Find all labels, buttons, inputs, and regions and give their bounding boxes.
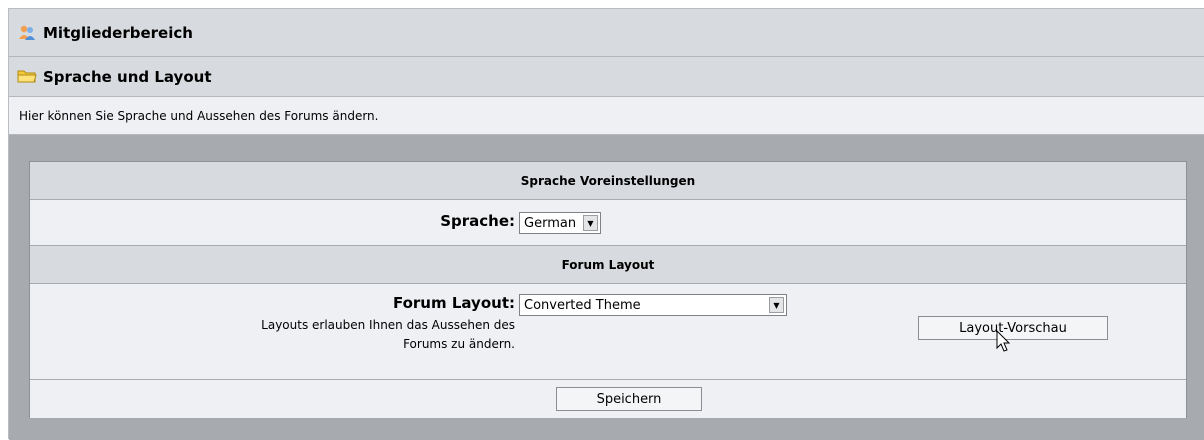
layout-help-line-2: Forums zu ändern. <box>403 337 515 351</box>
mouse-pointer-icon <box>996 330 1011 352</box>
section-title: Mitgliederbereich <box>43 23 193 42</box>
layout-label: Forum Layout: <box>392 294 515 312</box>
save-row: Speichern <box>30 380 1186 418</box>
page-header: Sprache und Layout <box>9 57 1204 97</box>
language-label: Sprache: <box>440 212 515 230</box>
save-button[interactable]: Speichern <box>556 387 702 411</box>
settings-panel: Sprache Voreinstellungen Sprache: German… <box>29 161 1187 418</box>
layout-select-value: Converted Theme <box>524 297 641 313</box>
layout-select[interactable]: Converted Theme ▼ <box>519 294 787 316</box>
page-frame: Mitgliederbereich Sprache und Layout Hie… <box>8 8 1204 440</box>
page-description: Hier können Sie Sprache und Aussehen des… <box>9 97 1204 135</box>
layout-help-line-1: Layouts erlauben Ihnen das Aussehen des <box>261 318 515 332</box>
members-icon <box>17 24 37 42</box>
language-section-title: Sprache Voreinstellungen <box>30 162 1186 200</box>
page-title: Sprache und Layout <box>43 67 212 86</box>
language-select[interactable]: German ▼ <box>519 212 601 234</box>
layout-preview-button[interactable]: Layout-Vorschau <box>918 316 1108 340</box>
layout-section-title: Forum Layout <box>30 246 1186 284</box>
content-area: Sprache Voreinstellungen Sprache: German… <box>9 135 1204 440</box>
layout-row: Forum Layout: Converted Theme ▼ Layouts … <box>30 284 1186 380</box>
members-header: Mitgliederbereich <box>9 9 1204 57</box>
language-row: Sprache: German ▼ <box>30 200 1186 246</box>
layout-help-text: Layouts erlauben Ihnen das Aussehen des … <box>261 316 515 354</box>
dropdown-arrow-icon[interactable]: ▼ <box>769 297 784 313</box>
language-select-value: German <box>524 215 577 231</box>
dropdown-arrow-icon[interactable]: ▼ <box>583 215 598 231</box>
folder-icon <box>17 68 37 86</box>
